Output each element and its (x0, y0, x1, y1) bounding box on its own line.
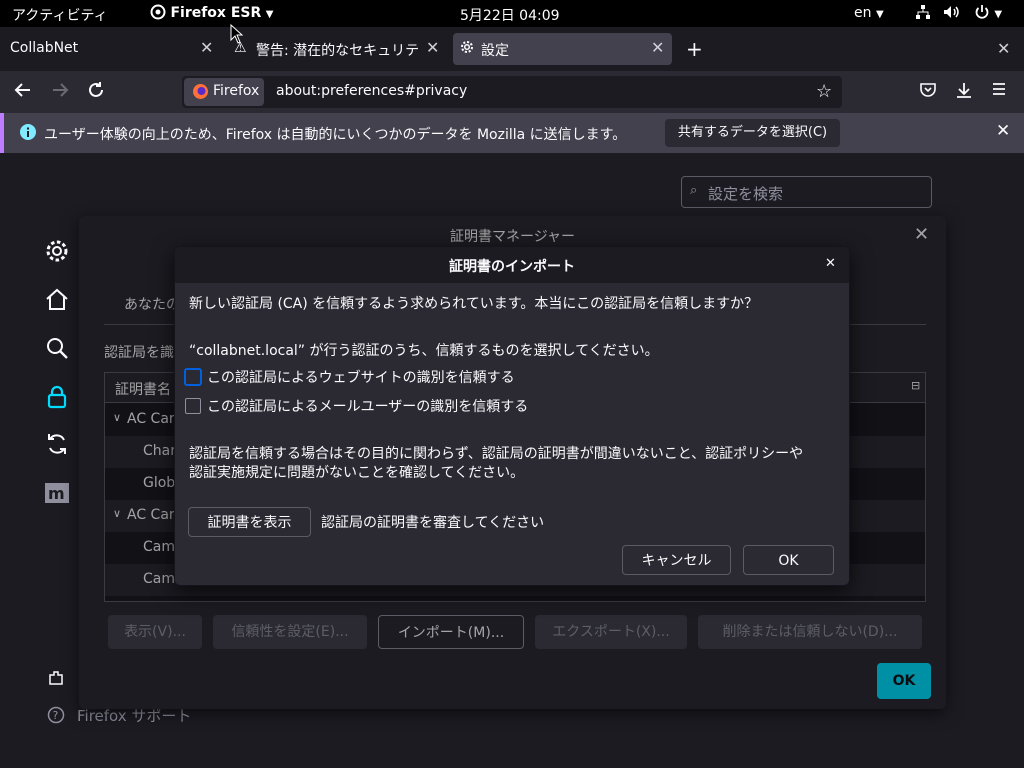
dialog-header: 証明書のインポート ✕ (175, 247, 849, 283)
chevron-down-icon: ▼ (994, 9, 1003, 20)
tab-collabnet[interactable]: CollabNet ✕ (0, 33, 225, 65)
ok-button[interactable]: OK (743, 545, 834, 575)
select-prompt: “collabnet.local” が行う認証のうち、信頼するものを選択してくだ… (189, 343, 659, 359)
tab-settings[interactable]: 設定 ✕ (453, 33, 672, 65)
language-indicator[interactable]: en ▼ (854, 5, 884, 21)
lock-icon[interactable] (44, 384, 70, 410)
activities-button[interactable]: アクティビティ (12, 5, 108, 25)
warning-text-line-2: 認証実施規定に問題がないことを確認してください。 (189, 465, 525, 481)
power-icon (975, 5, 989, 19)
close-icon[interactable]: ✕ (651, 38, 664, 57)
trust-websites-checkbox[interactable] (184, 368, 202, 386)
system-top-bar: アクティビティ Firefox ESR ▼ 5月22日 04:09 en ▼ ▼ (0, 0, 1024, 27)
close-icon[interactable]: ✕ (825, 256, 836, 271)
reload-icon (89, 82, 103, 97)
search-icon: ⌕ (690, 183, 698, 198)
help-icon[interactable]: ? (47, 706, 65, 728)
question-text: 新しい認証局 (CA) を信頼するよう求められています。本当にこの認証局を信頼し… (189, 296, 759, 312)
pocket-icon (920, 83, 936, 97)
svg-text:?: ? (53, 709, 59, 722)
tab-label: CollabNet (10, 40, 79, 56)
download-icon (957, 83, 971, 98)
app-menu-label: Firefox ESR (170, 5, 262, 21)
certificate-import-dialog: 証明書のインポート ✕ 新しい認証局 (CA) を信頼するよう求められています。… (174, 246, 850, 586)
settings-search-input[interactable]: ⌕ 設定を検索 (681, 176, 932, 208)
choose-data-button[interactable]: 共有するデータを選択(C) (665, 119, 840, 147)
dialog-title: 証明書のインポート (449, 259, 575, 275)
forward-button[interactable] (51, 81, 69, 103)
url-text[interactable]: about:preferences#privacy (276, 83, 467, 99)
hamburger-menu-icon (993, 83, 1005, 95)
identity-box[interactable]: Firefox (184, 78, 264, 106)
back-button[interactable] (14, 81, 32, 103)
view-certificate-button[interactable]: 証明書を表示 (188, 507, 311, 537)
arrow-right-icon (53, 83, 69, 97)
close-icon[interactable]: ✕ (200, 38, 213, 57)
info-icon (20, 124, 36, 144)
network-icon (916, 5, 930, 19)
bookmark-star-icon[interactable]: ☆ (816, 81, 832, 102)
app-menu-button[interactable] (991, 81, 1007, 101)
chevron-down-icon: ▼ (875, 9, 884, 20)
cancel-button[interactable]: キャンセル (622, 545, 731, 575)
gear-icon (459, 39, 475, 59)
tab-label: 警告: 潜在的なセキュリテ (256, 43, 420, 59)
firefox-logo-icon (192, 83, 209, 104)
clock[interactable]: 5月22日 04:09 (460, 5, 560, 25)
search-icon[interactable] (44, 335, 70, 361)
close-icon[interactable]: ✕ (996, 121, 1010, 141)
data-reporting-notification: ユーザー体験の向上のため、Firefox は自動的にいくつかのデータを Mozi… (0, 113, 1024, 153)
view-certificate-hint: 認証局の証明書を審査してください (321, 515, 545, 531)
language-label: en (854, 5, 872, 21)
close-icon[interactable]: ✕ (426, 38, 439, 57)
search-placeholder: 設定を検索 (708, 185, 784, 203)
pocket-button[interactable] (919, 82, 937, 102)
downloads-button[interactable] (955, 81, 973, 103)
sync-icon[interactable] (44, 431, 70, 457)
tab-strip: CollabNet ✕ ⚠ 警告: 潜在的なセキュリテ ✕ 設定 ✕ + ✕ (0, 27, 1024, 71)
tab-label: 設定 (481, 43, 509, 59)
reload-button[interactable] (87, 81, 105, 103)
trust-email-label[interactable]: この認証局によるメールユーザーの識別を信頼する (207, 396, 528, 416)
mozilla-icon[interactable]: m (44, 480, 70, 506)
volume-icon (944, 6, 960, 18)
trust-websites-label[interactable]: この認証局によるウェブサイトの識別を信頼する (207, 367, 515, 387)
trust-email-checkbox[interactable] (185, 398, 201, 414)
mouse-cursor-icon (230, 23, 244, 48)
gear-icon[interactable] (44, 238, 70, 264)
chevron-down-icon: ▼ (265, 9, 274, 20)
system-status-menu[interactable]: ▼ (915, 4, 1002, 24)
warning-text-line-1: 認証局を信頼する場合はその目的に関わらず、認証局の証明書が間違いないこと、認証ポ… (189, 446, 804, 462)
app-menu[interactable]: Firefox ESR ▼ (150, 4, 273, 21)
arrow-left-icon (14, 83, 30, 97)
new-tab-button[interactable]: + (686, 37, 703, 61)
extensions-icon[interactable] (47, 669, 65, 691)
firefox-app-icon (150, 4, 166, 20)
navigation-toolbar: Firefox about:preferences#privacy ☆ (0, 71, 1024, 113)
home-icon[interactable] (44, 287, 70, 313)
svg-text:m: m (48, 484, 65, 503)
notification-message: ユーザー体験の向上のため、Firefox は自動的にいくつかのデータを Mozi… (44, 127, 627, 143)
url-bar[interactable]: Firefox about:preferences#privacy ☆ (182, 76, 842, 108)
identity-label: Firefox (213, 83, 260, 99)
close-window-button[interactable]: ✕ (997, 39, 1010, 58)
tab-security-warning[interactable]: ⚠ 警告: 潜在的なセキュリテ ✕ (226, 33, 448, 65)
